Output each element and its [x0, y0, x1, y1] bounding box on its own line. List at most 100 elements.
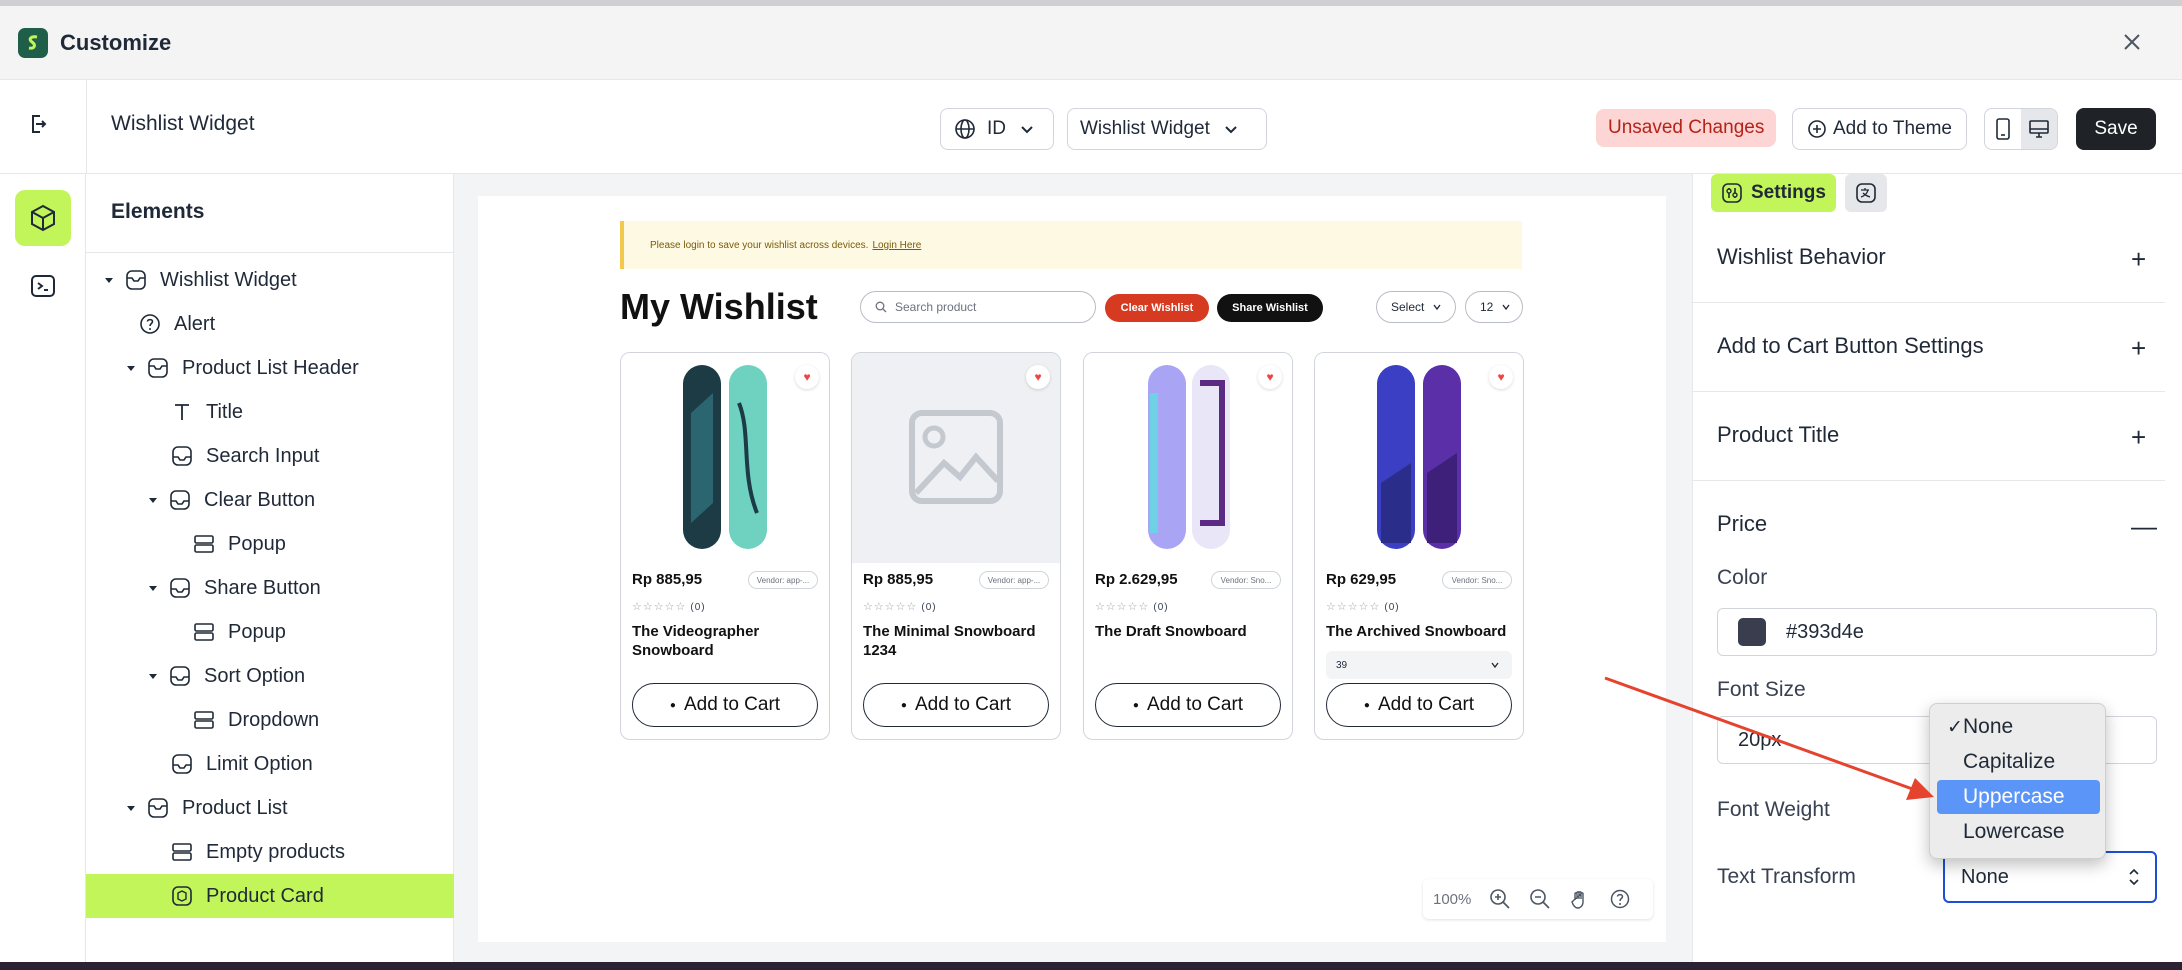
option-lowercase[interactable]: Lowercase: [1937, 815, 2100, 849]
caret-down-icon[interactable]: [148, 671, 158, 681]
language-select[interactable]: ID: [940, 108, 1054, 150]
add-to-cart-label: Add to Cart: [683, 694, 781, 715]
section-product-title[interactable]: Product Title +: [1693, 392, 2165, 481]
app-logo-icon: [18, 27, 48, 58]
product-title[interactable]: The Minimal Snowboard 1234: [863, 622, 1051, 660]
caret-down-icon[interactable]: [148, 583, 158, 593]
tree-item-product-card[interactable]: Product Card: [86, 874, 454, 918]
heart-icon[interactable]: ♥: [1258, 365, 1282, 389]
review-count: (0): [1384, 602, 1400, 613]
tree-item-search-input[interactable]: Search Input: [86, 434, 454, 478]
hand-icon[interactable]: [1569, 888, 1591, 910]
exit-icon[interactable]: [22, 108, 54, 140]
chevron-down-icon: [1225, 126, 1237, 134]
add-to-cart-button[interactable]: ● Add to Cart: [632, 683, 818, 727]
tree-item-sort-option[interactable]: Sort Option: [86, 654, 454, 698]
color-input[interactable]: #393d4e: [1717, 608, 2157, 656]
terminal-icon[interactable]: [15, 258, 71, 314]
tree-item-empty-products[interactable]: Empty products: [86, 830, 454, 874]
desktop-view-icon[interactable]: [2021, 109, 2057, 149]
plus-icon[interactable]: +: [2131, 333, 2146, 364]
tree-item-popup[interactable]: Popup: [86, 522, 454, 566]
section-wishlist-behavior[interactable]: Wishlist Behavior +: [1693, 214, 2165, 303]
translate-icon[interactable]: [1845, 174, 1887, 212]
tree-item-wishlist-widget[interactable]: Wishlist Widget: [86, 258, 454, 302]
unsaved-changes-badge: Unsaved Changes: [1596, 109, 1777, 147]
cube-icon[interactable]: [15, 190, 71, 246]
rows-icon: [194, 711, 214, 729]
color-value: #393d4e: [1786, 620, 1864, 643]
sort-value: Select: [1391, 300, 1425, 314]
option-label: Uppercase: [1963, 785, 2065, 808]
rating-stars: ☆☆☆☆☆ (0): [632, 601, 706, 613]
text-transform-label: Text Transform: [1717, 865, 1856, 888]
add-to-cart-button[interactable]: ● Add to Cart: [1326, 683, 1512, 727]
option-label: Lowercase: [1963, 820, 2065, 843]
heart-icon[interactable]: ♥: [795, 365, 819, 389]
product-card[interactable]: ♥ Rp 2.629,95 Vendor: Sno... ☆☆☆☆☆ (0) T…: [1083, 352, 1293, 740]
limit-select[interactable]: 12: [1465, 291, 1523, 323]
heart-icon[interactable]: ♥: [1489, 365, 1513, 389]
tree-item-product-list[interactable]: Product List: [86, 786, 454, 830]
section-add-to-cart-settings[interactable]: Add to Cart Button Settings +: [1693, 303, 2165, 392]
color-swatch[interactable]: [1738, 618, 1766, 646]
tree-item-title[interactable]: Title: [86, 390, 454, 434]
help-icon[interactable]: [1609, 888, 1631, 910]
search-input[interactable]: Search product: [860, 291, 1096, 323]
caret-down-icon[interactable]: [104, 275, 114, 285]
product-card[interactable]: ♥ Rp 885,95 Vendor: app-... ☆☆☆☆☆ (0) Th…: [851, 352, 1061, 740]
product-title[interactable]: The Archived Snowboard: [1326, 622, 1514, 641]
share-wishlist-button[interactable]: Share Wishlist: [1217, 294, 1323, 322]
sort-select[interactable]: Select: [1376, 291, 1456, 323]
tree-item-limit-option[interactable]: Limit Option: [86, 742, 454, 786]
option-capitalize[interactable]: Capitalize: [1937, 745, 2100, 779]
font-weight-label: Font Weight: [1717, 798, 1830, 821]
product-title[interactable]: The Videographer Snowboard: [632, 622, 820, 660]
tree-item-product-list-header[interactable]: Product List Header: [86, 346, 454, 390]
tab-settings[interactable]: Settings: [1711, 174, 1836, 212]
review-count: (0): [690, 602, 706, 613]
close-icon[interactable]: [2118, 28, 2146, 56]
caret-down-icon[interactable]: [148, 495, 158, 505]
vendor-badge: Vendor: Sno...: [1442, 571, 1512, 589]
section-price[interactable]: Price —: [1693, 481, 2165, 570]
add-to-cart-button[interactable]: ● Add to Cart: [863, 683, 1049, 727]
left-rail: [0, 174, 86, 962]
add-to-cart-label: Add to Cart: [1146, 694, 1244, 715]
plus-icon[interactable]: +: [2131, 244, 2146, 275]
variant-value: 39: [1336, 659, 1348, 671]
plus-icon[interactable]: +: [2131, 422, 2146, 453]
caret-down-icon[interactable]: [126, 803, 136, 813]
caret-down-icon[interactable]: [126, 363, 136, 373]
clear-wishlist-button[interactable]: Clear Wishlist: [1105, 294, 1209, 322]
tree-item-share-button[interactable]: Share Button: [86, 566, 454, 610]
add-to-cart-button[interactable]: ● Add to Cart: [1095, 683, 1281, 727]
product-card[interactable]: ♥ Rp 629,95 Vendor: Sno... ☆☆☆☆☆ (0) The…: [1314, 352, 1524, 740]
zoom-out-icon[interactable]: [1529, 888, 1551, 910]
login-link[interactable]: Login Here: [872, 240, 921, 251]
tree-label: Popup: [228, 532, 286, 555]
product-card[interactable]: ♥ Rp 885,95 Vendor: app-... ☆☆☆☆☆ (0) Th…: [620, 352, 830, 740]
tree-item-clear-button[interactable]: Clear Button: [86, 478, 454, 522]
tree-item-dropdown[interactable]: Dropdown: [86, 698, 454, 742]
minus-icon[interactable]: —: [2131, 511, 2157, 542]
tree-item-alert[interactable]: Alert: [86, 302, 454, 346]
tree-label: Wishlist Widget: [160, 268, 297, 291]
zoom-in-icon[interactable]: [1489, 888, 1511, 910]
option-none[interactable]: ✓ None: [1937, 710, 2100, 744]
product-title[interactable]: The Draft Snowboard: [1095, 622, 1283, 641]
mobile-view-icon[interactable]: [1985, 109, 2021, 149]
variant-select[interactable]: 39: [1326, 651, 1512, 679]
section-label: Price: [1717, 511, 1768, 536]
tree-item-popup[interactable]: Popup: [86, 610, 454, 654]
product-price: Rp 885,95: [632, 571, 703, 588]
device-toggle: [1984, 108, 2058, 150]
preview-canvas: Please login to save your wishlist acros…: [478, 196, 1666, 942]
template-select[interactable]: Wishlist Widget: [1067, 108, 1267, 150]
wishlist-title: My Wishlist: [620, 286, 818, 327]
heart-icon[interactable]: ♥: [1026, 365, 1050, 389]
tree-label: Dropdown: [228, 708, 320, 731]
add-to-theme-button[interactable]: Add to Theme: [1792, 108, 1968, 150]
save-button[interactable]: Save: [2076, 108, 2156, 150]
option-uppercase[interactable]: Uppercase: [1937, 780, 2100, 814]
